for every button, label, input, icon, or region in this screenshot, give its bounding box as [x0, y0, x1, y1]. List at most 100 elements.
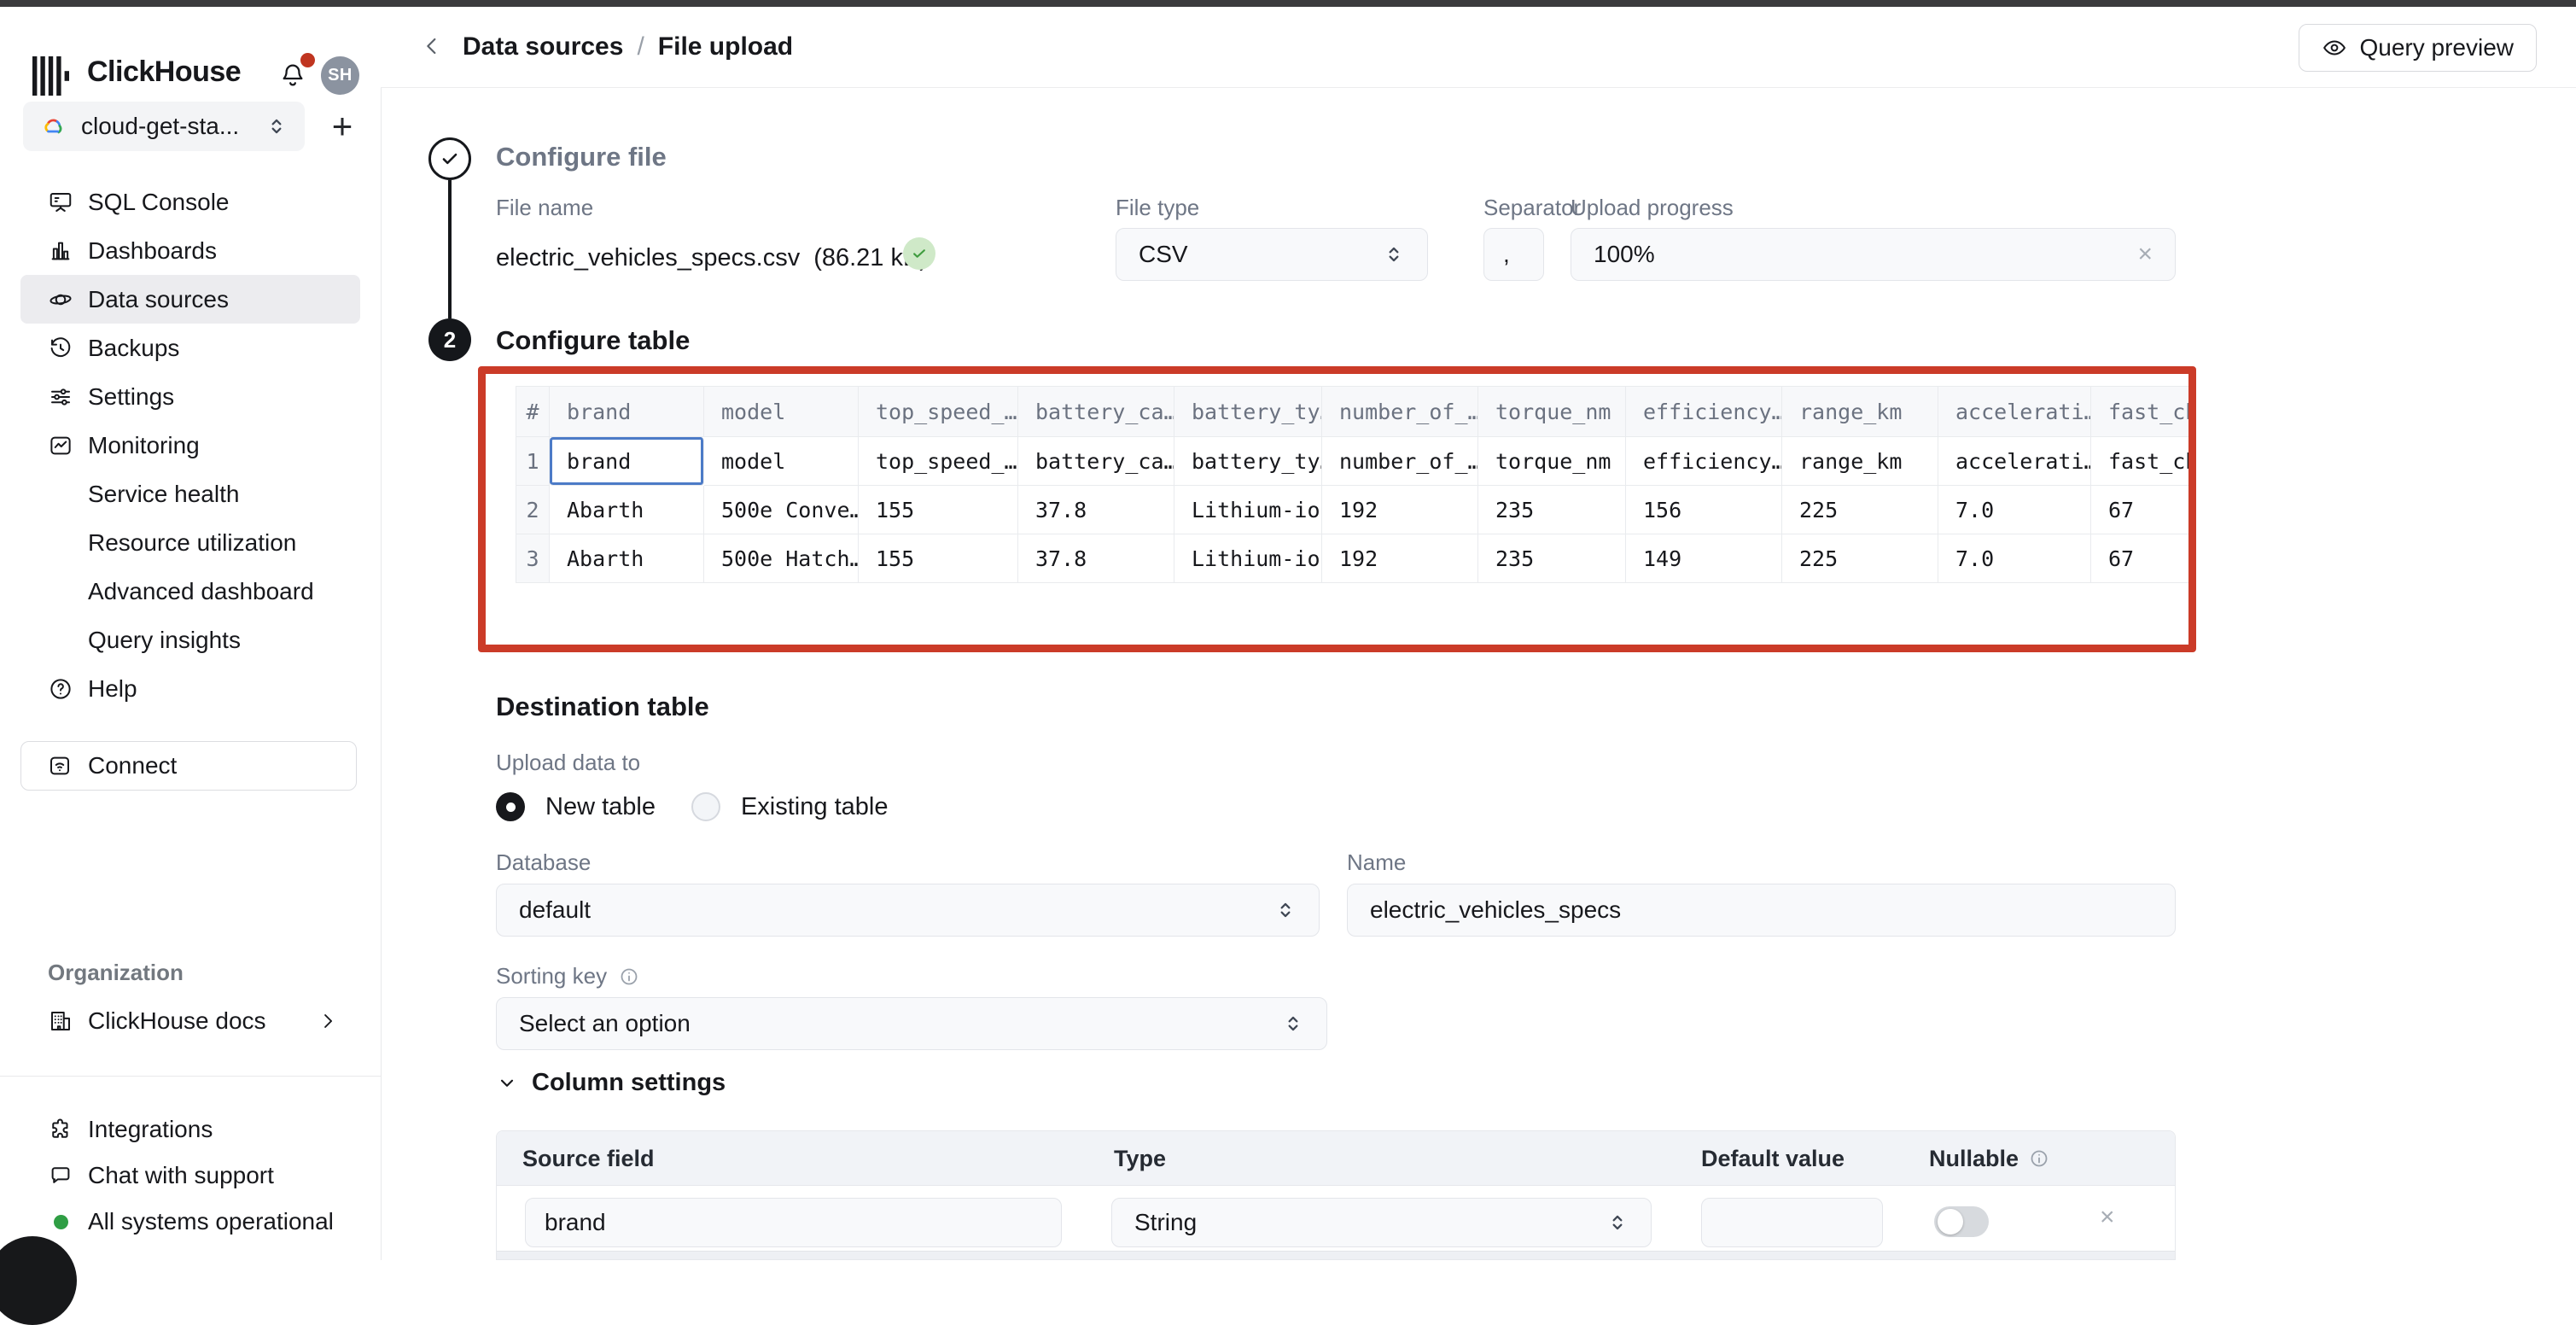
radio-existing-table[interactable] — [691, 792, 720, 821]
add-service-button[interactable]: + — [323, 107, 362, 146]
status-dot-icon — [48, 1209, 73, 1235]
chevron-updown-icon — [265, 115, 288, 137]
grid-cell[interactable]: range_km — [1782, 437, 1938, 486]
grid-cell[interactable]: Lithium-ion — [1174, 486, 1322, 534]
sidebar-item-data-sources[interactable]: Data sources — [20, 275, 360, 324]
grid-header-cell: number_of_… — [1322, 386, 1478, 437]
grid-cell[interactable]: model — [704, 437, 859, 486]
sidebar-item-clickhouse-docs[interactable]: ClickHouse docs — [0, 997, 381, 1045]
radio-new-table-label[interactable]: New table — [545, 793, 656, 821]
avatar[interactable]: SH — [321, 56, 359, 95]
service-selector[interactable]: cloud-get-sta... — [23, 102, 305, 151]
sidebar-nav: SQL Console Dashboards Data sources Back… — [0, 178, 381, 713]
sidebar-item-query-insights[interactable]: Query insights — [0, 616, 381, 664]
sidebar-item-integrations[interactable]: Integrations — [0, 1106, 381, 1153]
sidebar-logo-row: ClickHouse SH — [0, 50, 381, 101]
grid-cell[interactable]: battery_ca… — [1018, 437, 1174, 486]
grid-cell[interactable]: 192 — [1322, 486, 1478, 534]
file-type-select[interactable]: CSV — [1116, 228, 1428, 281]
database-label: Database — [496, 849, 591, 876]
chevron-updown-icon — [1282, 1013, 1304, 1035]
sql-console-icon — [48, 190, 73, 215]
upload-target-radio-group: New table Existing table — [496, 790, 888, 824]
sorting-key-label: Sorting key — [496, 963, 607, 989]
grid-cell[interactable]: top_speed_… — [859, 437, 1018, 486]
grid-cell[interactable]: 225 — [1782, 534, 1938, 583]
source-field-input[interactable]: brand — [525, 1198, 1062, 1247]
sidebar-item-chat-support[interactable]: Chat with support — [0, 1153, 381, 1199]
grid-cell[interactable]: 37.8 — [1018, 486, 1174, 534]
sidebar-item-dashboards[interactable]: Dashboards — [0, 226, 381, 275]
system-status-row[interactable]: All systems operational — [0, 1199, 381, 1245]
query-preview-button[interactable]: Query preview — [2299, 24, 2537, 72]
grid-cell[interactable]: 67 — [2091, 486, 2196, 534]
grid-cell[interactable]: 37.8 — [1018, 534, 1174, 583]
grid-header-cell: # — [516, 386, 550, 437]
column-settings-toggle[interactable]: Column settings — [496, 1069, 726, 1097]
grid-cell[interactable]: torque_nm — [1478, 437, 1626, 486]
type-select[interactable]: String — [1111, 1198, 1652, 1247]
separator-input[interactable]: , — [1483, 228, 1544, 281]
breadcrumb-parent[interactable]: Data sources — [463, 32, 623, 61]
sidebar-item-monitoring[interactable]: Monitoring — [0, 421, 381, 470]
grid-cell[interactable]: accelerati… — [1938, 437, 2091, 486]
sorting-key-select[interactable]: Select an option — [496, 997, 1327, 1050]
grid-cell[interactable]: 156 — [1626, 486, 1782, 534]
row-number: 3 — [516, 534, 550, 583]
default-value-input[interactable] — [1701, 1198, 1883, 1247]
sidebar-item-help[interactable]: Help — [0, 664, 381, 713]
grid-cell[interactable]: 7.0 — [1938, 534, 2091, 583]
source-field-header: Source field — [522, 1131, 655, 1186]
configure-file-title: Configure file — [496, 142, 667, 172]
remove-column-icon[interactable]: × — [2100, 1205, 2115, 1230]
connect-icon — [47, 753, 73, 779]
grid-cell[interactable]: 225 — [1782, 486, 1938, 534]
info-icon — [2029, 1148, 2049, 1169]
column-settings-header: Source field Type Default value Nullable — [497, 1131, 2175, 1186]
backups-icon — [48, 336, 73, 361]
integrations-puzzle-icon — [48, 1117, 73, 1142]
grid-cell[interactable]: Abarth — [550, 486, 704, 534]
grid-cell[interactable]: number_of_… — [1322, 437, 1478, 486]
grid-cell[interactable]: 235 — [1478, 534, 1626, 583]
clickhouse-logo-icon — [31, 56, 75, 96]
upload-success-badge — [903, 237, 935, 270]
grid-cell[interactable]: Lithium-ion — [1174, 534, 1322, 583]
grid-cell[interactable]: efficiency… — [1626, 437, 1782, 486]
sidebar-item-sql-console[interactable]: SQL Console — [0, 178, 381, 226]
upload-progress-input[interactable]: 100% × — [1571, 228, 2176, 281]
sidebar-item-settings[interactable]: Settings — [0, 372, 381, 421]
grid-header-cell: brand — [550, 386, 704, 437]
radio-new-table[interactable] — [496, 792, 525, 821]
data-sources-icon — [48, 287, 73, 312]
chat-widget-bubble[interactable] — [0, 1236, 77, 1325]
sidebar-item-backups[interactable]: Backups — [0, 324, 381, 372]
grid-cell[interactable]: 7.0 — [1938, 486, 2091, 534]
back-button[interactable] — [418, 32, 446, 60]
highlight-annotation-box: # brand model top_speed_… battery_ca… ba… — [478, 366, 2196, 652]
grid-cell[interactable]: Abarth — [550, 534, 704, 583]
grid-cell[interactable]: 235 — [1478, 486, 1626, 534]
grid-cell-focused[interactable]: brand — [550, 437, 704, 486]
connect-button[interactable]: Connect — [20, 741, 357, 791]
grid-cell[interactable]: 500e Conve… — [704, 486, 859, 534]
sidebar-item-service-health[interactable]: Service health — [0, 470, 381, 518]
grid-cell[interactable]: 155 — [859, 486, 1018, 534]
database-select[interactable]: default — [496, 884, 1320, 937]
nullable-toggle[interactable] — [1934, 1206, 1989, 1237]
grid-cell[interactable]: fast_cha — [2091, 437, 2196, 486]
grid-cell[interactable]: 500e Hatch… — [704, 534, 859, 583]
grid-header-cell: battery_ty… — [1174, 386, 1322, 437]
sidebar-item-advanced-dashboard[interactable]: Advanced dashboard — [0, 567, 381, 616]
grid-cell[interactable]: battery_ty… — [1174, 437, 1322, 486]
page-content: 2 Configure file File name File type Sep… — [381, 87, 2576, 1260]
sidebar-item-resource-utilization[interactable]: Resource utilization — [0, 518, 381, 567]
clear-icon[interactable]: × — [2137, 242, 2153, 267]
grid-cell[interactable]: 67 — [2091, 534, 2196, 583]
row-number: 1 — [516, 437, 550, 486]
grid-cell[interactable]: 155 — [859, 534, 1018, 583]
grid-cell[interactable]: 149 — [1626, 534, 1782, 583]
radio-existing-table-label[interactable]: Existing table — [741, 793, 889, 821]
grid-cell[interactable]: 192 — [1322, 534, 1478, 583]
table-name-input[interactable]: electric_vehicles_specs — [1347, 884, 2176, 937]
